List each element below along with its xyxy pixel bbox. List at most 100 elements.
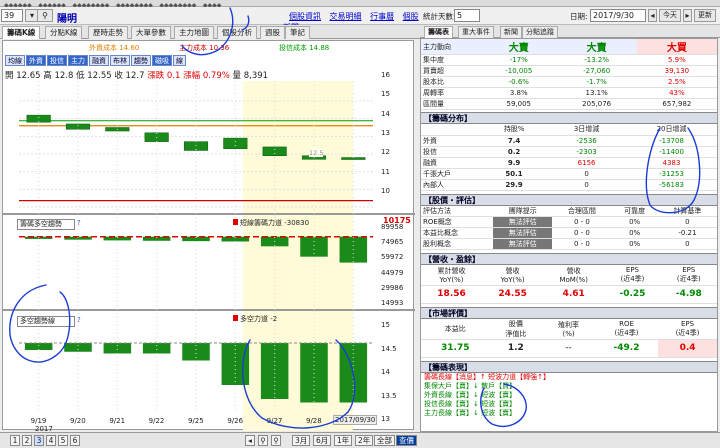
signal-item[interactable]: 投信長線【賣】↓ 短波【賣】 — [424, 400, 717, 409]
date-input[interactable]: 2017/9/30 — [590, 9, 646, 22]
cell: -31253 — [626, 168, 717, 180]
tab-chip-kline[interactable]: 籌碼K線 — [2, 26, 41, 39]
col-header: 營收 MoM(%) — [543, 265, 605, 286]
bullbear-bar — [103, 343, 132, 354]
tab-weekly[interactable]: 週股 — [260, 26, 285, 39]
cell: 6156 — [547, 157, 627, 169]
today-button[interactable]: 今天 — [659, 9, 681, 22]
bullbear-title: 多空力道 -2 — [233, 314, 277, 324]
col-header: 股價 淨值比 — [489, 318, 543, 340]
cell: -0.25 — [604, 285, 661, 304]
cell: 0 — [657, 238, 717, 250]
chip-axis: 89958 74965 59972 44979 29986 14993 — [377, 215, 413, 309]
summary-table: 主力動向 大賣 大賣 大買 集中度 -17% -13.2% 5.9% 買賣超 -10,0… — [421, 39, 717, 110]
tab-branch-kline[interactable]: 分點K線 — [45, 26, 83, 39]
date-tick-label: 9/25 — [188, 417, 204, 425]
page-button[interactable]: 6 — [70, 435, 80, 446]
tab-events[interactable]: 重大事件 — [458, 26, 494, 38]
col-header: EPS (近4季) — [660, 265, 717, 286]
tab-news[interactable]: 新聞 — [500, 26, 522, 38]
prev-icon[interactable]: ◂ — [245, 435, 255, 446]
cell: -11400 — [626, 146, 717, 158]
prev-date-icon[interactable]: ◂ — [648, 9, 657, 22]
bullbear-axis: 15 14.5 14 13.5 13 — [377, 311, 413, 429]
cell: 4383 — [626, 157, 717, 169]
tab-branch-track[interactable]: 分點追蹤 — [522, 26, 558, 38]
summary-cell: 13.1% — [556, 87, 637, 99]
col-header: 3日增減 — [547, 124, 627, 136]
date-tick-label: 9/20 — [70, 417, 86, 425]
col-header: 累計營收 YoY(%) — [421, 265, 483, 286]
signal-item[interactable]: 集保大戶【賣】↓ 散戶【買】 — [424, 382, 717, 391]
section-market: 【市場評價】 — [421, 306, 717, 319]
range-1y[interactable]: 1年 — [334, 435, 353, 446]
page-button[interactable]: 5 — [58, 435, 68, 446]
tab-analysis[interactable]: 個股分析 — [217, 26, 257, 39]
price-axis: 16 15 14 13 12 11 10 — [377, 41, 413, 213]
range-3m[interactable]: 3月 — [292, 435, 311, 446]
summary-row-label: 股本比 — [421, 76, 481, 88]
cell: 31.75 — [421, 339, 490, 358]
signal-item[interactable]: 主力長線【賣】↓ 短波【賣】 — [424, 409, 717, 418]
range-6m[interactable]: 6月 — [313, 435, 332, 446]
cell: 0 - 0 — [552, 227, 612, 239]
row-label: 股利概念 — [421, 238, 494, 250]
zoom-out-icon[interactable]: ⚲ — [258, 435, 268, 446]
axis-tick-label: 16 — [381, 71, 390, 79]
cell: -2536 — [547, 135, 627, 147]
days-select[interactable]: 5 — [454, 9, 480, 22]
search-icon[interactable]: ⚲ — [37, 9, 53, 22]
summary-cell: -10,005 — [481, 65, 557, 77]
row-label: ROE概念 — [421, 216, 494, 228]
zoom-in-icon[interactable]: ⚲ — [271, 435, 281, 446]
range-2y[interactable]: 2年 — [355, 435, 374, 446]
tab-chip-table[interactable]: 籌碼表 — [424, 26, 453, 38]
price-query-button[interactable]: 查價 — [396, 435, 417, 446]
axis-tick-label: 14.5 — [381, 344, 397, 353]
cell: -49.2 — [594, 339, 659, 358]
summary-cell: 5.9% — [636, 54, 717, 66]
page-button[interactable]: 2 — [22, 435, 32, 446]
cell: -- — [542, 339, 595, 358]
col-header: 本益比 — [421, 318, 490, 340]
page-button[interactable]: 3 — [34, 435, 44, 446]
bullbear-title-text: 多空力道 -2 — [240, 315, 278, 323]
chart-container: 外資成本 14.60 主力成本 10.36 投信成本 14.88 均線 外資 投… — [2, 40, 415, 433]
link-trade-detail[interactable]: 交易明細 — [330, 12, 362, 21]
row-label: 融資 — [421, 157, 481, 169]
main-chart-svg[interactable] — [3, 41, 415, 431]
red-marker-icon — [233, 315, 238, 321]
tab-mainforce-map[interactable]: 主力地圖 — [174, 26, 214, 39]
chip-force-title-text: 短線籌碼力道 -30830 — [240, 219, 310, 227]
left-tab-bar: 籌碼K線 分點K線 歷時走勢 大單參數 主力地圖 個股分析 週股 筆記 — [0, 25, 420, 39]
col-header: 營收 YoY(%) — [482, 265, 544, 286]
date-tick-label: 9/21 — [109, 417, 126, 425]
row-label: 內部人 — [421, 179, 481, 191]
page-button[interactable]: 1 — [10, 435, 20, 446]
page-button[interactable]: 4 — [46, 435, 56, 446]
axis-tick-label: 13.5 — [381, 391, 397, 400]
col-header: 殖利率 (%) — [542, 318, 595, 340]
help-icon[interactable]: ? — [77, 219, 81, 227]
signal-item[interactable]: 外資長線【賣】↓ 短波【賣】 — [424, 391, 717, 400]
link-calendar[interactable]: 行事曆 — [370, 12, 394, 21]
tab-notes[interactable]: 筆記 — [285, 26, 310, 39]
cell: -4.98 — [660, 285, 717, 304]
summary-row-label: 集中度 — [421, 54, 481, 66]
tab-history[interactable]: 歷時走勢 — [88, 26, 128, 39]
axis-tick-label: 44979 — [381, 268, 404, 277]
next-date-icon[interactable]: ▸ — [683, 9, 692, 22]
stock-name: 陽明 — [57, 14, 77, 25]
link-stock-info[interactable]: 個股資訊 — [289, 12, 321, 21]
summary-col-60d: 大買 — [636, 39, 717, 55]
range-all[interactable]: 全部 — [374, 435, 395, 446]
chip-trend-select[interactable]: 籌碼多空趨勢 — [17, 219, 75, 230]
tab-bigorder[interactable]: 大單參數 — [131, 26, 171, 39]
col-header: 持股% — [481, 124, 548, 136]
signal-item[interactable]: 籌碼長線【消息】↑ 短波力道【轉強↑】 — [424, 373, 717, 382]
help-icon[interactable]: ? — [77, 316, 81, 324]
refresh-button[interactable]: 更新 — [694, 9, 716, 22]
trend-line-select[interactable]: 多空趨勢線 — [17, 316, 75, 327]
stock-code-input[interactable]: 39 — [1, 9, 23, 22]
earnings-table: 累計營收 YoY(%) 營收 YoY(%) 營收 MoM(%) EPS (近4季) EP… — [421, 265, 717, 304]
